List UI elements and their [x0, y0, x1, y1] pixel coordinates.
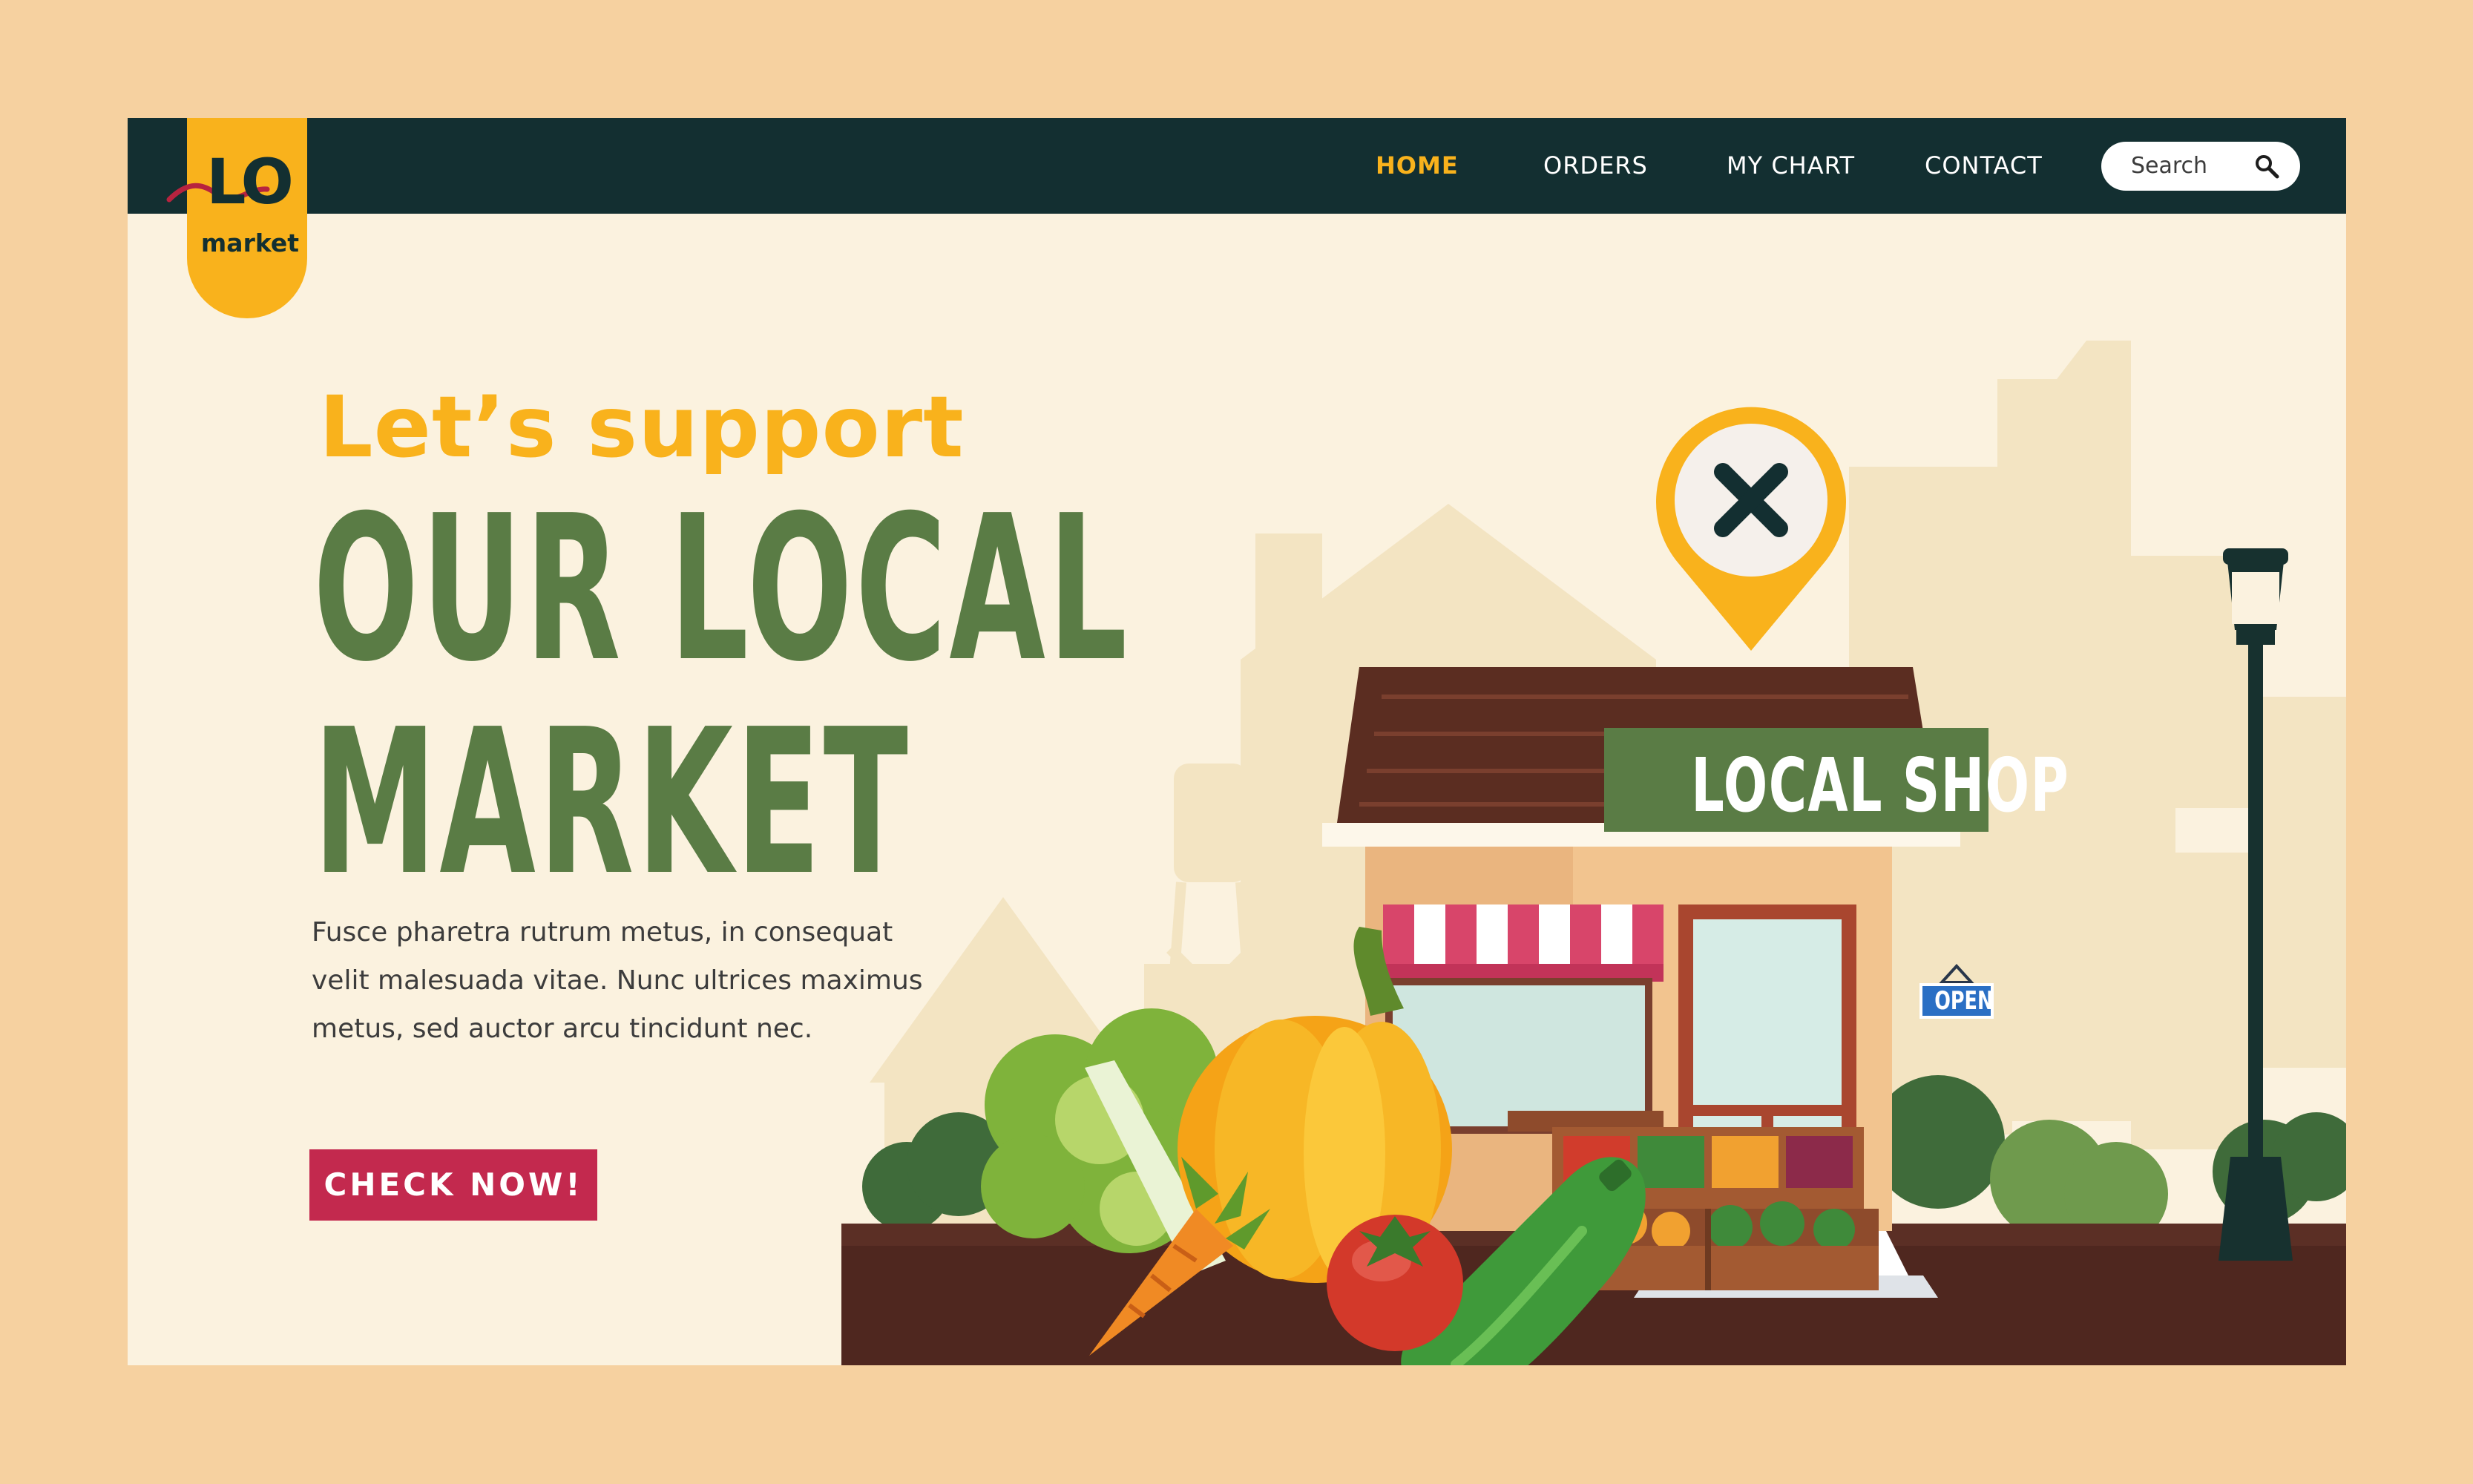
nav-my-chart[interactable]: MY CHART [1727, 151, 1855, 180]
check-now-button[interactable]: CHECK NOW! [309, 1149, 597, 1221]
logo-subtext: market [200, 229, 300, 257]
search-placeholder: Search [2131, 153, 2208, 179]
nav-home[interactable]: HOME [1376, 151, 1459, 180]
nav-contact[interactable]: CONTACT [1925, 151, 2043, 180]
search-icon[interactable] [2254, 154, 2279, 179]
hero-kicker: Let’s support [319, 378, 965, 476]
shop-sign: LOCAL SHOP [1610, 749, 2069, 823]
open-sign-label: OPEN [1934, 986, 1994, 1016]
nav-orders[interactable]: ORDERS [1543, 151, 1648, 180]
landing-frame: HOME ORDERS MY CHART CONTACT Search LO m… [128, 118, 2346, 1365]
hero-title-line-2: MARKET [313, 686, 911, 919]
shop-sign-label: LOCAL SHOP [1691, 742, 2070, 829]
hero-title-line-1: OUR LOCAL [313, 472, 1130, 706]
logo-text: LO [206, 145, 294, 218]
open-sign: OPEN [1925, 988, 1993, 1014]
top-navbar: HOME ORDERS MY CHART CONTACT Search [128, 118, 2346, 214]
location-pin-icon [1656, 407, 1846, 651]
hero-description: Fusce pharetra rutrum metus, in consequa… [312, 917, 923, 1044]
search-input[interactable]: Search [2101, 142, 2300, 191]
brand-logo[interactable]: LO market [166, 118, 307, 318]
